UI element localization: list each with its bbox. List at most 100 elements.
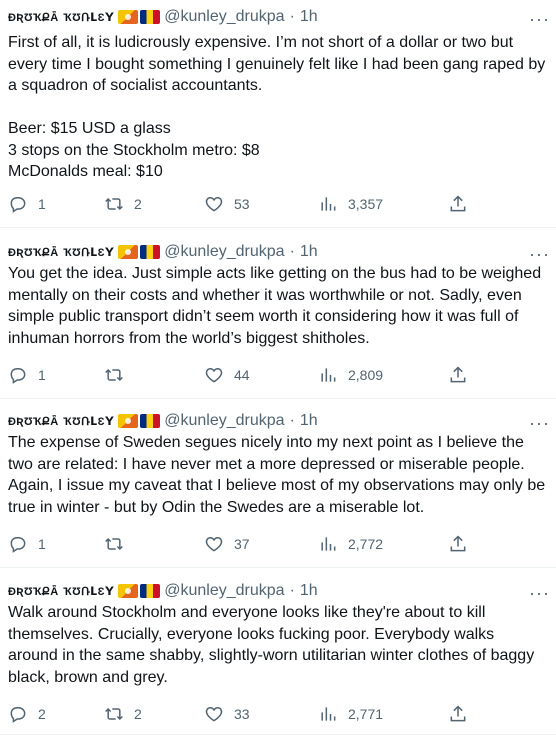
tweet-actions: 1 44 2,809 (8, 363, 548, 387)
author-name[interactable]: ɖʀʊҡքǟ ҡʊռʟɛʏ (8, 243, 114, 261)
views-bar-chart-icon (321, 197, 336, 211)
romania-flag-icon (140, 414, 161, 428)
reply-icon (10, 197, 26, 213)
views-button[interactable]: 2,809 (318, 363, 383, 387)
share-icon (450, 195, 466, 212)
author-handle[interactable]: @kunley_drukpa (164, 582, 284, 600)
bhutan-flag-icon (118, 10, 139, 24)
author-handle[interactable]: @kunley_drukpa (164, 412, 284, 430)
separator-dot: · (289, 412, 295, 429)
views-button[interactable]: 2,771 (318, 702, 383, 726)
views-bar-chart-icon (321, 537, 336, 551)
views-button[interactable]: 3,357 (318, 192, 383, 216)
reply-count: 1 (38, 367, 46, 383)
reply-button[interactable]: 1 (8, 532, 46, 556)
views-count: 2,771 (348, 706, 384, 722)
author-flags (118, 414, 161, 428)
heart-icon (205, 536, 223, 552)
more-options-icon[interactable]: ··· (529, 584, 550, 602)
more-options-icon[interactable]: ··· (529, 414, 550, 432)
heart-icon (205, 196, 223, 212)
heart-icon (205, 367, 223, 383)
share-icon (450, 705, 466, 722)
reply-count: 1 (38, 536, 46, 552)
tweet-header: ɖʀʊҡքǟ ҡʊռʟɛʏ @kunley_drukpa · 1h (8, 241, 318, 263)
tweet-time[interactable]: 1h (300, 582, 318, 600)
author-flags (118, 584, 161, 598)
more-options-icon[interactable]: ··· (529, 245, 550, 263)
tweet[interactable]: ɖʀʊҡքǟ ҡʊռʟɛʏ @kunley_drukpa · 1h ··· Yo… (0, 241, 556, 399)
author-name[interactable]: ɖʀʊҡքǟ ҡʊռʟɛʏ (8, 582, 114, 600)
tweet-text: Walk around Stockholm and everyone looks… (8, 604, 539, 686)
retweet-icon (105, 537, 123, 551)
tweet[interactable]: ɖʀʊҡքǟ ҡʊռʟɛʏ @kunley_drukpa · 1h ··· Th… (0, 410, 556, 568)
retweet-count: 2 (134, 706, 142, 722)
separator-dot: · (289, 243, 295, 260)
like-button[interactable]: 37 (204, 532, 250, 556)
romania-flag-icon (140, 10, 161, 24)
tweet-text: You get the idea. Just simple acts like … (8, 265, 546, 347)
tweet-header: ɖʀʊҡքǟ ҡʊռʟɛʏ @kunley_drukpa · 1h (8, 580, 318, 602)
share-button[interactable] (448, 363, 468, 387)
views-bar-chart-icon (321, 707, 336, 721)
like-button[interactable]: 44 (204, 363, 250, 387)
retweet-icon (105, 707, 123, 721)
views-bar-chart-icon (321, 368, 336, 382)
views-count: 2,772 (348, 536, 384, 552)
author-flags (118, 245, 161, 259)
tweet-actions: 2 2 33 2,771 (8, 702, 548, 726)
bhutan-flag-icon (118, 245, 139, 259)
share-icon (450, 366, 466, 383)
author-name[interactable]: ɖʀʊҡքǟ ҡʊռʟɛʏ (8, 412, 114, 430)
views-count: 2,809 (348, 367, 384, 383)
retweet-button[interactable]: 2 (104, 702, 142, 726)
tweet-actions: 1 37 2,772 (8, 532, 548, 556)
reply-icon (10, 368, 26, 384)
bhutan-flag-icon (118, 584, 139, 598)
tweet[interactable]: ɖʀʊҡքǟ ҡʊռʟɛʏ @kunley_drukpa · 1h ··· Wa… (0, 580, 556, 735)
share-button[interactable] (448, 702, 468, 726)
author-handle[interactable]: @kunley_drukpa (164, 8, 284, 26)
like-count: 33 (234, 706, 250, 722)
views-count: 3,357 (348, 196, 384, 212)
retweet-button[interactable] (104, 532, 134, 556)
share-button[interactable] (448, 532, 468, 556)
author-flags (118, 10, 161, 24)
views-button[interactable]: 2,772 (318, 532, 383, 556)
reply-button[interactable]: 2 (8, 702, 46, 726)
like-button[interactable]: 33 (204, 702, 250, 726)
like-count: 53 (234, 196, 250, 212)
romania-flag-icon (140, 245, 161, 259)
author-name[interactable]: ɖʀʊҡքǟ ҡʊռʟɛʏ (8, 8, 114, 26)
heart-icon (205, 706, 223, 722)
like-count: 44 (234, 367, 250, 383)
tweet-time[interactable]: 1h (300, 243, 318, 261)
reply-icon (10, 707, 26, 723)
reply-count: 2 (38, 706, 46, 722)
retweet-button[interactable] (104, 363, 134, 387)
tweet[interactable]: ɖʀʊҡքǟ ҡʊռʟɛʏ @kunley_drukpa · 1h ··· Fi… (0, 6, 556, 228)
reply-button[interactable]: 1 (8, 192, 46, 216)
tweet-text: First of all, it is ludicrously expensiv… (8, 34, 546, 180)
tweet-time[interactable]: 1h (300, 8, 318, 26)
retweet-icon (105, 197, 123, 211)
reply-icon (10, 537, 26, 553)
share-button[interactable] (448, 192, 468, 216)
retweet-button[interactable]: 2 (104, 192, 142, 216)
tweet-header: ɖʀʊҡքǟ ҡʊռʟɛʏ @kunley_drukpa · 1h (8, 410, 318, 432)
retweet-icon (105, 368, 123, 382)
retweet-count: 2 (134, 196, 142, 212)
like-button[interactable]: 53 (204, 192, 250, 216)
tweet-header: ɖʀʊҡքǟ ҡʊռʟɛʏ @kunley_drukpa · 1h (8, 6, 318, 28)
tweet-time[interactable]: 1h (300, 412, 318, 430)
separator-dot: · (289, 8, 295, 25)
bhutan-flag-icon (118, 414, 139, 428)
reply-button[interactable]: 1 (8, 363, 46, 387)
like-count: 37 (234, 536, 250, 552)
separator-dot: · (289, 582, 295, 599)
more-options-icon[interactable]: ··· (529, 10, 550, 28)
author-handle[interactable]: @kunley_drukpa (164, 243, 284, 261)
romania-flag-icon (140, 584, 161, 598)
tweet-actions: 1 2 53 3,357 (8, 192, 548, 216)
share-icon (450, 535, 466, 552)
